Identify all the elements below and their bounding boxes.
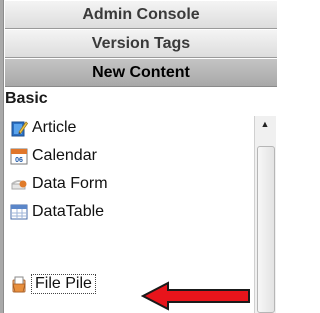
admin-console-button[interactable]: Admin Console [5, 0, 277, 29]
list-item-label: DataTable [32, 203, 105, 220]
list-item-datatable[interactable]: DataTable [10, 198, 250, 226]
list-item-label: Data Form [32, 175, 108, 192]
section-header-basic[interactable]: Basic [5, 88, 276, 110]
admin-console-label: Admin Console [82, 5, 200, 23]
datatable-icon [10, 203, 28, 221]
scroll-up-icon[interactable]: ▲ [258, 117, 272, 131]
version-tags-label: Version Tags [91, 34, 191, 52]
list-item-calendar[interactable]: 06 Calendar [10, 142, 250, 170]
panel-left-border [0, 0, 4, 313]
article-icon [10, 119, 29, 137]
list-item-label: Article [32, 119, 77, 136]
list-item-data-form[interactable]: Data Form [10, 170, 250, 198]
new-content-button[interactable]: New Content [5, 58, 277, 87]
list-item-label: File Pile [31, 274, 96, 294]
list-item-label: Calendar [32, 147, 97, 164]
calendar-icon: 06 [10, 147, 28, 165]
red-arrow-icon [141, 281, 250, 311]
scrollbar-thumb[interactable] [257, 146, 275, 313]
file-pile-icon [10, 275, 28, 293]
data-form-icon [10, 175, 28, 193]
svg-text:06: 06 [15, 157, 23, 164]
new-content-label: New Content [92, 63, 190, 81]
list-item-article[interactable]: Article [10, 114, 250, 142]
content-panel: Admin Console Version Tags New Content B… [0, 0, 279, 313]
section-title: Basic [5, 90, 48, 107]
version-tags-button[interactable]: Version Tags [5, 29, 277, 58]
